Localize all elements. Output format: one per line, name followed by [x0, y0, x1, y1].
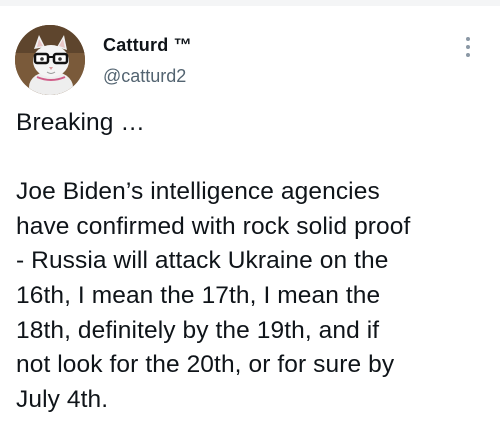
tweet-text-line: - Russia will attack Ukraine on the [16, 247, 389, 275]
author-display-name[interactable]: Catturd ™ [103, 35, 192, 56]
tweet-text-line: have confirmed with rock solid proof [16, 212, 411, 240]
author-username[interactable]: @catturd2 [103, 66, 186, 87]
tweet-text-line: Breaking … [16, 109, 146, 136]
more-vertical-icon[interactable] [460, 34, 476, 60]
tweet-text-line: not look for the 20th, or for sure by [16, 351, 395, 379]
tweet-text: Breaking … Joe Biden’s intelligence agen… [16, 106, 494, 417]
tweet-card: Catturd ™ @catturd2 Breaking … Joe Biden… [0, 0, 500, 445]
tweet-text-line: Joe Biden’s intelligence agencies [16, 178, 380, 206]
tweet-text-line: 16th, I mean the 17th, I mean the [16, 281, 381, 309]
cat-avatar-icon [15, 25, 85, 95]
avatar[interactable] [15, 25, 85, 95]
tweet-text-line: 18th, definitely by the 19th, and if [16, 316, 380, 344]
tweet-text-line: July 4th. [16, 385, 109, 413]
